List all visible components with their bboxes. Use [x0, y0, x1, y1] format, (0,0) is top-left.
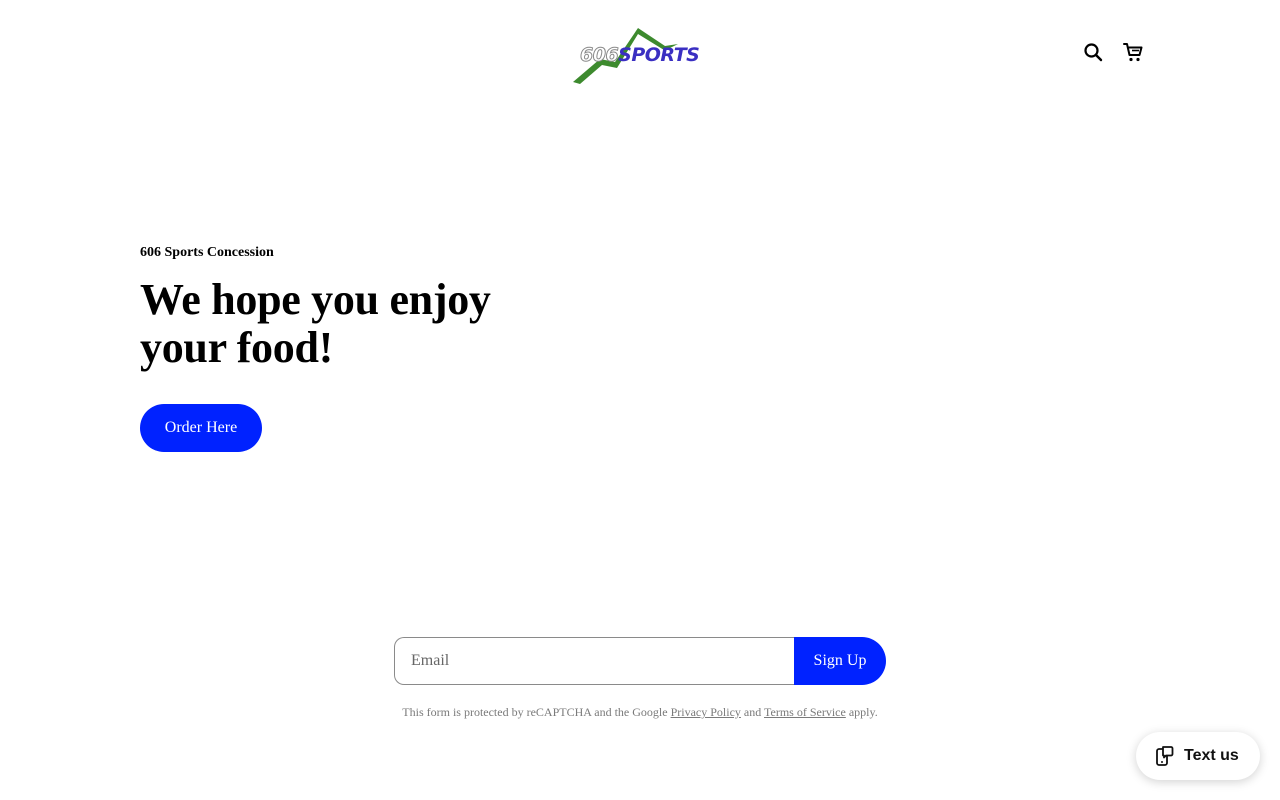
privacy-policy-link[interactable]: Privacy Policy: [671, 705, 741, 719]
site-logo[interactable]: 606SPORTS: [570, 24, 710, 86]
search-icon: [1084, 43, 1103, 62]
text-us-widget[interactable]: Text us: [1136, 732, 1260, 780]
recaptcha-and: and: [740, 705, 765, 719]
recaptcha-prefix: This form is protected by reCAPTCHA and …: [402, 705, 671, 719]
email-input[interactable]: [394, 637, 794, 685]
site-header: 606SPORTS: [0, 0, 1280, 105]
cart-icon: [1123, 43, 1143, 62]
text-us-label: Text us: [1184, 747, 1239, 764]
logo-wordmark: 606SPORTS: [579, 44, 700, 67]
hero-headline: We hope you enjoy your food!: [140, 275, 491, 372]
hero-eyebrow: 606 Sports Concession: [140, 245, 274, 260]
search-button[interactable]: [1081, 40, 1105, 64]
newsletter-form: Sign Up: [394, 637, 886, 685]
recaptcha-notice: This form is protected by reCAPTCHA and …: [0, 705, 1280, 720]
order-here-button[interactable]: Order Here: [140, 404, 262, 452]
terms-of-service-link[interactable]: Terms of Service: [764, 705, 846, 719]
logo-number: 606: [579, 44, 619, 67]
sign-up-button[interactable]: Sign Up: [794, 637, 886, 685]
recaptcha-suffix: apply.: [845, 705, 878, 719]
cart-button[interactable]: [1121, 40, 1145, 64]
logo-word: SPORTS: [618, 44, 700, 66]
chat-phone-icon: [1156, 746, 1174, 766]
